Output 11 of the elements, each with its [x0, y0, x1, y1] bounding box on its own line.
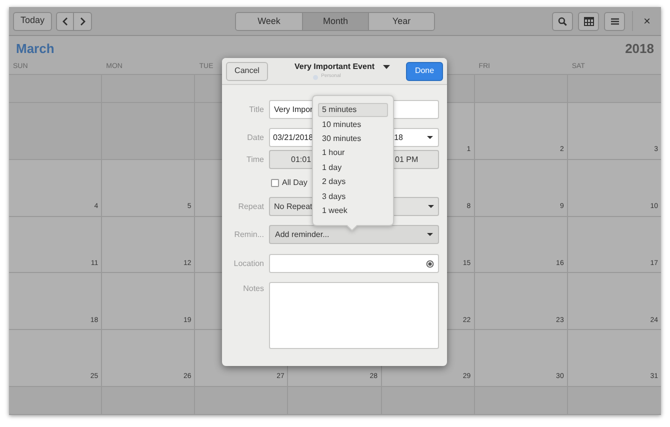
- field-label: Remin...: [233, 228, 264, 240]
- year-title: 2018: [625, 40, 654, 58]
- event-title: Very Important Event: [294, 61, 375, 73]
- all-day-label: All Day: [282, 177, 308, 189]
- field-label: Time: [246, 154, 264, 166]
- field-label: Title: [248, 104, 264, 116]
- month-title: March: [16, 40, 54, 58]
- field-label: Repeat: [237, 200, 264, 212]
- field-label: Location: [232, 258, 264, 270]
- field-label: Date: [246, 132, 264, 144]
- field-label: Notes: [242, 283, 264, 295]
